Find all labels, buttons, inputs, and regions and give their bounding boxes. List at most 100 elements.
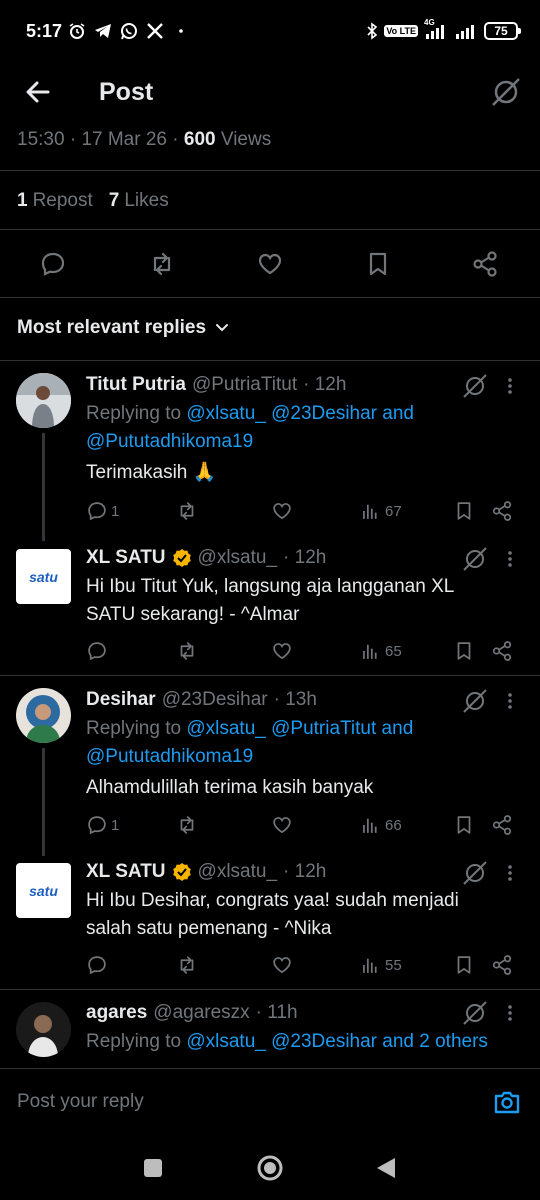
grok-icon[interactable] xyxy=(462,688,488,714)
reply-item[interactable]: Desihar @23Desihar · 13h Replying to @xl… xyxy=(0,676,540,856)
share-button[interactable] xyxy=(491,639,513,663)
share-icon[interactable] xyxy=(471,250,499,278)
mentioned-user[interactable]: @Pututadhikoma19 xyxy=(86,746,253,767)
repost-icon[interactable] xyxy=(148,250,176,278)
analytics-icon xyxy=(363,644,377,659)
likes-label: Likes xyxy=(124,190,169,211)
avatar[interactable]: satu xyxy=(16,863,71,918)
repost-button[interactable] xyxy=(176,953,198,977)
thread-line xyxy=(42,748,45,856)
bookmark-button[interactable] xyxy=(453,499,475,523)
like-icon[interactable] xyxy=(256,250,284,278)
recents-icon[interactable] xyxy=(143,1158,163,1178)
analytics-icon xyxy=(363,818,377,833)
reply-header: XL SATU @xlsatu_ · 12h xyxy=(86,547,326,569)
reply-button[interactable]: 1 xyxy=(86,813,119,837)
home-icon[interactable] xyxy=(256,1154,284,1182)
views-button[interactable]: 65 xyxy=(360,639,402,663)
reply-time: · 11h xyxy=(255,1002,298,1023)
avatar[interactable]: satu xyxy=(16,549,71,604)
battery-level: 75 xyxy=(494,24,508,38)
repost-button[interactable] xyxy=(176,499,198,523)
view-count: 67 xyxy=(385,502,402,520)
reply-item[interactable]: satu XL SATU @xlsatu_ · 12h Hi Ibu Desih… xyxy=(0,848,540,988)
user-handle[interactable]: @23Desihar xyxy=(162,689,268,711)
reply-item[interactable]: satu XL SATU @xlsatu_ · 12h Hi Ibu Titut… xyxy=(0,534,540,674)
like-button[interactable] xyxy=(271,639,293,663)
reply-item[interactable]: Titut Putria @PutriaTitut · 12h Replying… xyxy=(0,361,540,541)
xl-logo: satu xyxy=(29,882,58,899)
sort-replies-dropdown[interactable]: Most relevant replies xyxy=(17,317,230,339)
user-handle[interactable]: @agareszx xyxy=(153,1002,249,1024)
share-button[interactable] xyxy=(491,953,513,977)
likes-stat[interactable]: 7 Likes xyxy=(109,190,169,212)
reply-header: Titut Putria @PutriaTitut · 12h xyxy=(86,374,346,396)
more-options-icon[interactable] xyxy=(500,549,520,569)
repost-button[interactable] xyxy=(176,639,198,663)
back-arrow-icon[interactable] xyxy=(22,76,54,108)
user-handle[interactable]: @xlsatu_ xyxy=(198,547,278,569)
reply-button[interactable] xyxy=(86,953,111,977)
like-button[interactable] xyxy=(271,499,293,523)
mentioned-user[interactable]: @Pututadhikoma19 xyxy=(86,431,253,452)
reply-count: 1 xyxy=(111,502,120,520)
reply-time: · 12h xyxy=(283,861,327,882)
camera-icon[interactable] xyxy=(492,1087,522,1117)
reply-composer[interactable]: Post your reply xyxy=(0,1068,540,1134)
display-name[interactable]: XL SATU xyxy=(86,861,166,883)
grok-icon[interactable] xyxy=(462,860,488,886)
reply-text-line: Hi Ibu Titut Yuk, langsung aja langganan… xyxy=(86,576,455,597)
mentioned-users[interactable]: @xlsatu_ @23Desihar and xyxy=(186,403,414,424)
repost-button[interactable] xyxy=(176,813,198,837)
bookmark-button[interactable] xyxy=(453,639,475,663)
bookmark-icon[interactable] xyxy=(364,250,392,278)
display-name[interactable]: Desihar xyxy=(86,689,156,711)
person-photo xyxy=(16,1002,71,1057)
like-icon xyxy=(273,643,291,660)
more-options-icon[interactable] xyxy=(500,1003,520,1023)
grok-icon[interactable] xyxy=(462,1000,488,1026)
views-button[interactable]: 67 xyxy=(360,499,402,523)
reply-button[interactable] xyxy=(86,639,111,663)
user-handle[interactable]: @xlsatu_ xyxy=(198,861,278,883)
user-handle[interactable]: @PutriaTitut xyxy=(192,374,297,396)
more-options-icon[interactable] xyxy=(500,691,520,711)
reply-button[interactable]: 1 xyxy=(86,499,119,523)
view-count: 55 xyxy=(385,956,402,974)
reposts-stat[interactable]: 1 Repost xyxy=(17,190,93,212)
replying-to: Replying to @xlsatu_ @23Desihar and 2 ot… xyxy=(86,1028,526,1056)
post-time: 15:30 xyxy=(17,129,65,150)
analytics-icon xyxy=(363,504,377,519)
replying-to: Replying to @xlsatu_ @23Desihar and @Put… xyxy=(86,400,526,456)
reply-action-bar: 65 xyxy=(86,639,516,663)
avatar[interactable] xyxy=(16,688,71,743)
views-button[interactable]: 55 xyxy=(360,953,402,977)
more-options-icon[interactable] xyxy=(500,863,520,883)
views-button[interactable]: 66 xyxy=(360,813,402,837)
like-button[interactable] xyxy=(271,953,293,977)
reply-icon[interactable] xyxy=(39,250,67,278)
mentioned-users[interactable]: @xlsatu_ @23Desihar and 2 others xyxy=(186,1031,488,1052)
like-button[interactable] xyxy=(271,813,293,837)
share-icon xyxy=(492,501,512,521)
display-name[interactable]: agares xyxy=(86,1002,147,1024)
back-triangle-icon[interactable] xyxy=(375,1156,397,1180)
mentioned-users[interactable]: @xlsatu_ @PutriaTitut and xyxy=(186,718,413,739)
bookmark-button[interactable] xyxy=(453,813,475,837)
grok-icon[interactable] xyxy=(490,76,522,108)
reply-header: agares @agareszx · 11h xyxy=(86,1002,298,1024)
bookmark-button[interactable] xyxy=(453,953,475,977)
views-label: Views xyxy=(220,129,272,150)
avatar[interactable] xyxy=(16,1002,71,1057)
display-name[interactable]: Titut Putria xyxy=(86,374,186,396)
more-options-icon[interactable] xyxy=(500,376,520,396)
views-count: 600 xyxy=(183,129,216,150)
share-button[interactable] xyxy=(491,813,513,837)
share-button[interactable] xyxy=(491,499,513,523)
reply-item[interactable]: agares @agareszx · 11h Replying to @xlsa… xyxy=(0,990,540,1068)
display-name[interactable]: XL SATU xyxy=(86,547,166,569)
grok-icon[interactable] xyxy=(462,373,488,399)
grok-icon[interactable] xyxy=(462,546,488,572)
reply-input-placeholder[interactable]: Post your reply xyxy=(17,1091,144,1113)
avatar[interactable] xyxy=(16,373,71,428)
